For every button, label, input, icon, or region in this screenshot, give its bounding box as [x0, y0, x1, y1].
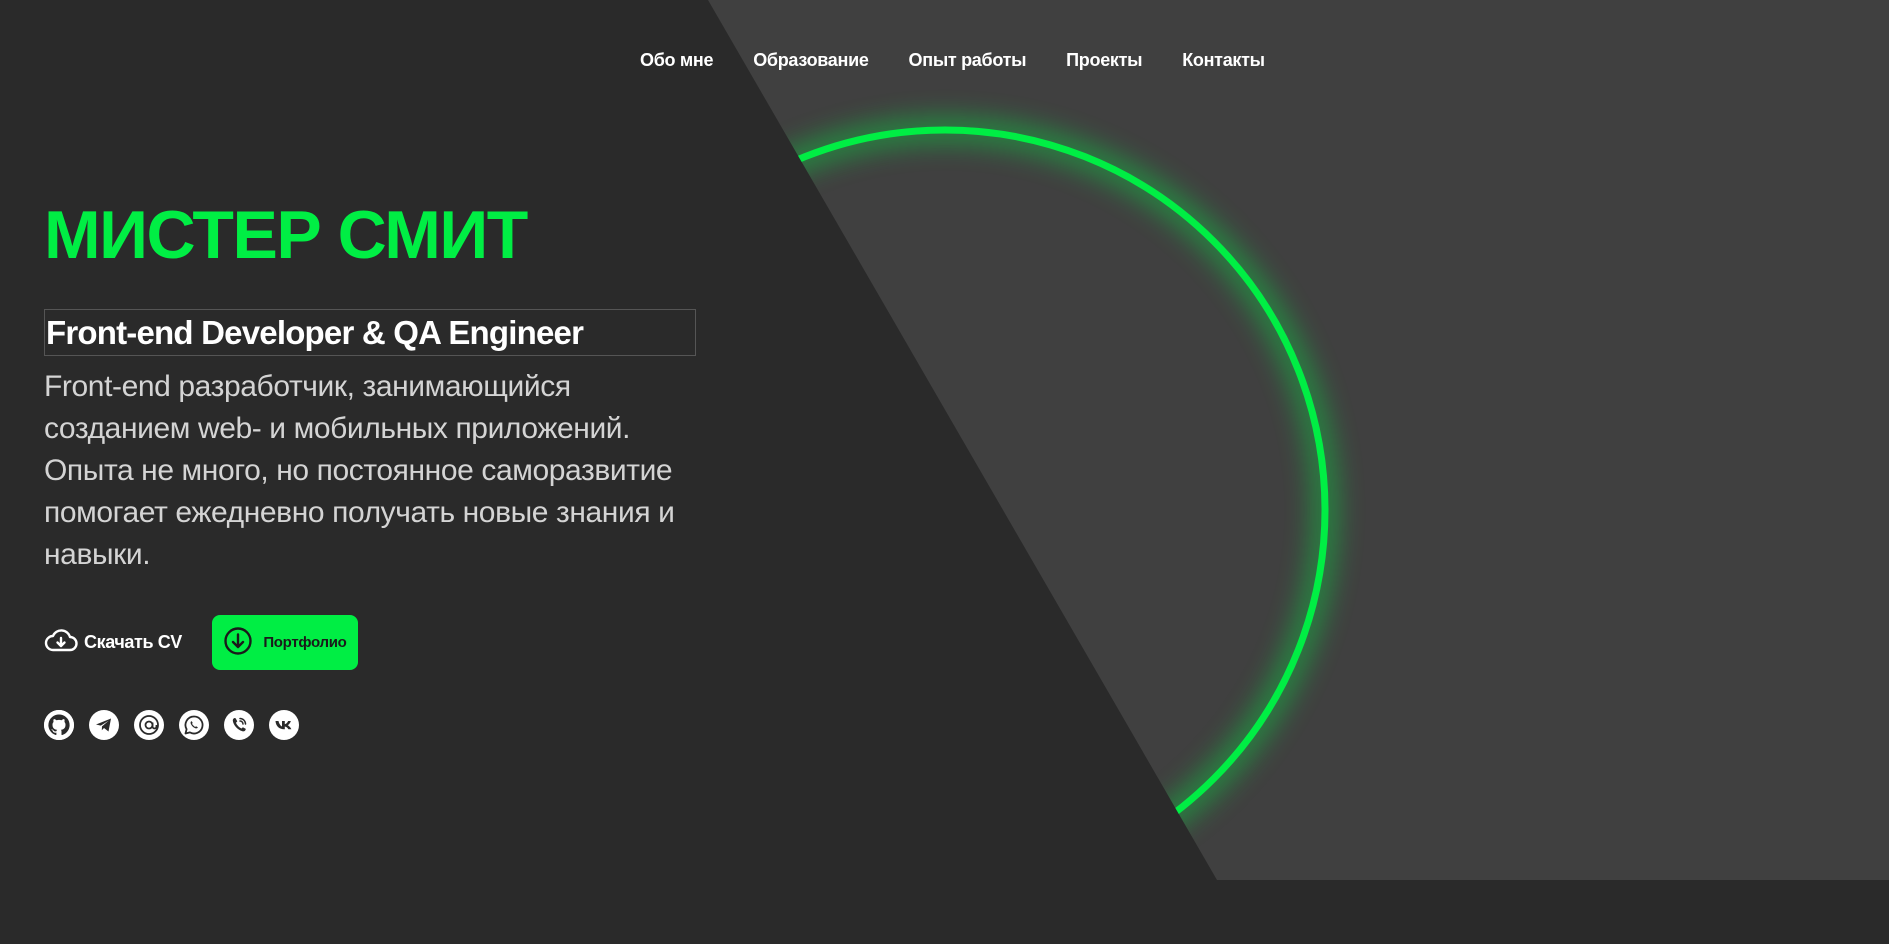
- viber-icon[interactable]: [224, 710, 254, 740]
- portfolio-button[interactable]: Портфолио: [211, 615, 358, 670]
- download-cv-link[interactable]: Скачать CV: [44, 627, 182, 658]
- social-links: [44, 710, 299, 740]
- nav-item-projects[interactable]: Проекты: [1066, 50, 1142, 71]
- vk-icon[interactable]: [269, 710, 299, 740]
- email-icon[interactable]: [134, 710, 164, 740]
- nav-item-education[interactable]: Образование: [753, 50, 869, 71]
- arrow-down-circle-icon: [223, 626, 253, 660]
- portfolio-label: Портфолио: [263, 634, 347, 651]
- whatsapp-icon[interactable]: [179, 710, 209, 740]
- hero-actions: Скачать CV Портфолио: [44, 615, 358, 670]
- hero-description: Front-end разработчик, занимающийся созд…: [44, 370, 675, 571]
- main-nav: Обо мне Образование Опыт работы Проекты …: [640, 50, 1265, 71]
- hero-section: МИСТЕР СМИТ Front-end Developer & QA Eng…: [44, 195, 704, 576]
- hero-subtitle: Front-end Developer & QA Engineer: [44, 309, 696, 356]
- nav-item-about[interactable]: Обо мне: [640, 50, 714, 71]
- hero-title: МИСТЕР СМИТ: [44, 197, 528, 273]
- nav-item-contacts[interactable]: Контакты: [1182, 50, 1265, 71]
- page: Обо мне Образование Опыт работы Проекты …: [0, 0, 1889, 944]
- download-cv-label: Скачать CV: [84, 632, 182, 652]
- github-icon[interactable]: [44, 710, 74, 740]
- cloud-download-icon: [44, 627, 78, 658]
- nav-item-experience[interactable]: Опыт работы: [909, 50, 1027, 71]
- telegram-icon[interactable]: [89, 710, 119, 740]
